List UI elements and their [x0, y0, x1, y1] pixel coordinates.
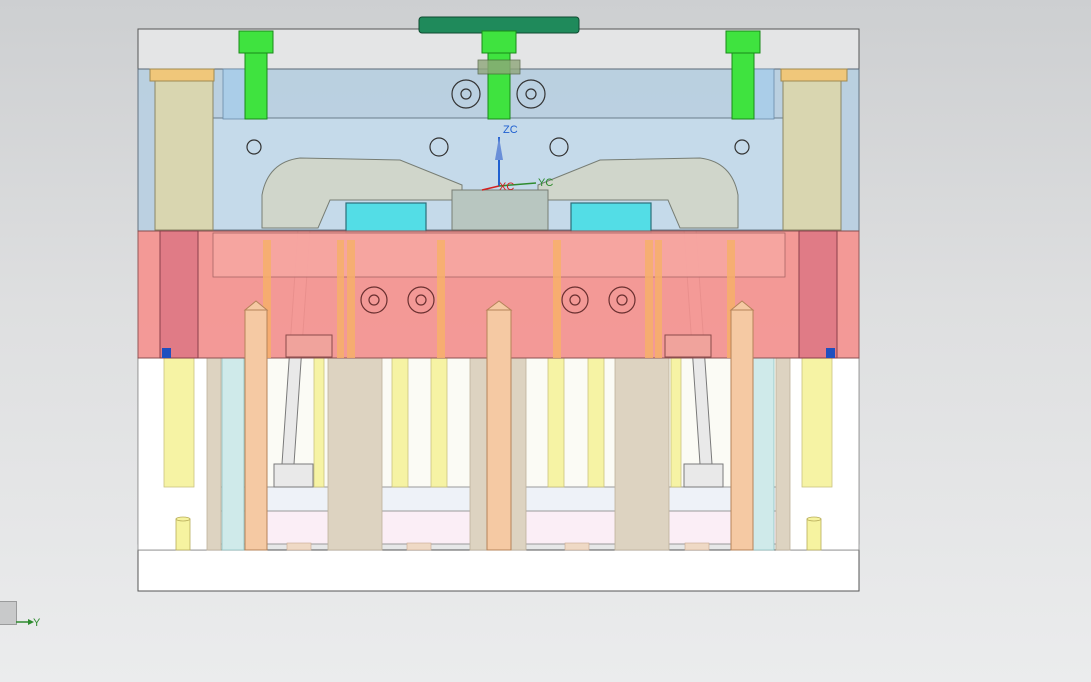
- sprue-base: [477, 59, 521, 75]
- wcs-yc-label: YC: [538, 177, 553, 189]
- wcs-zc-label: ZC: [503, 124, 518, 136]
- view-triad-y-label: Y: [33, 617, 41, 629]
- wcs-xc-label: XC: [499, 181, 514, 193]
- view-triad-y-arrow: [16, 619, 34, 625]
- mold-assembly-model[interactable]: ZC XC YC: [0, 0, 1091, 682]
- bottom-clamp-plate[interactable]: [137, 549, 860, 592]
- core-insert[interactable]: [212, 232, 786, 278]
- graphics-viewport[interactable]: ZC XC YC: [0, 0, 1091, 682]
- view-triad-icon[interactable]: [0, 601, 17, 625]
